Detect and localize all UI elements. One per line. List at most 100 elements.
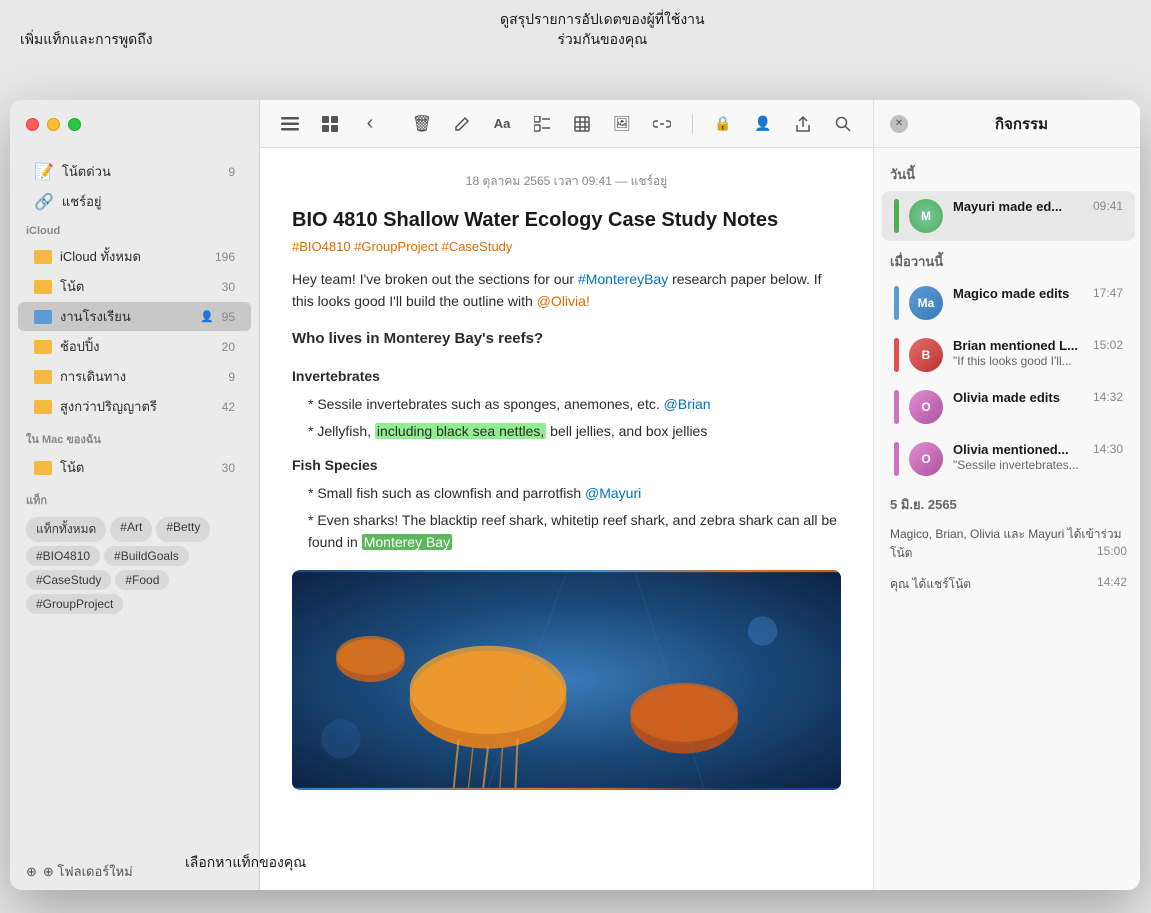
activity-panel: ✕ กิจกรรม วันนี้ M Mayuri made ed... 09:…	[873, 100, 1140, 890]
sidebar-item-shopping-count: 20	[222, 340, 235, 354]
close-window-button[interactable]	[26, 118, 39, 131]
edit-button[interactable]	[448, 110, 476, 138]
mention-olivia[interactable]: @Olivia!	[537, 293, 590, 309]
tag-chip-betty[interactable]: #Betty	[156, 517, 210, 542]
activity-header: ✕ กิจกรรม	[874, 100, 1140, 148]
tag-chip-art[interactable]: #Art	[110, 517, 152, 542]
note-title[interactable]: BIO 4810 Shallow Water Ecology Case Stud…	[292, 207, 841, 233]
sidebar-item-icloud-all-label: iCloud ทั้งหมด	[60, 246, 207, 267]
sidebar-content: 📝 โน้ตด่วน 9 🔗 แชร์อยู่ iCloud iCloud ทั…	[10, 148, 259, 853]
activity-older-item-2[interactable]: คุณ ได้แชร์โน้ต 14:42	[874, 569, 1140, 600]
sidebar-item-icloud-notes[interactable]: โน้ต 30	[18, 272, 251, 301]
note-hashtags[interactable]: #BIO4810 #GroupProject #CaseStudy	[292, 239, 841, 254]
highlight-black-sea-nettles: including black sea nettles,	[375, 423, 546, 439]
tag-chip-casestudy[interactable]: #CaseStudy	[26, 570, 111, 590]
indicator-mayuri	[894, 199, 899, 233]
list-view-button[interactable]	[276, 110, 304, 138]
sidebar-item-icloud-all[interactable]: iCloud ทั้งหมด 196	[18, 242, 251, 271]
activity-item-olivia-mentioned[interactable]: O Olivia mentioned... "Sessile invertebr…	[882, 434, 1135, 484]
activity-item-magico[interactable]: Ma Magico made edits 17:47	[882, 278, 1135, 328]
avatar-olivia: O	[909, 390, 943, 424]
tags-section: แท็ก แท็กทั้งหมด #Art #Betty #BIO4810 #B…	[10, 483, 259, 622]
titlebar	[10, 100, 259, 148]
older-item-1-time: 15:00	[1097, 544, 1127, 558]
sidebar-item-icloud-notes-count: 30	[222, 280, 235, 294]
folder-icon-icloud-notes	[34, 280, 52, 294]
activity-text-olivia-mentioned: Olivia mentioned... "Sessile invertebrat…	[953, 442, 1083, 472]
mention-brian[interactable]: @Brian	[664, 396, 711, 412]
activity-name-magico: Magico made edits	[953, 286, 1083, 301]
media-button[interactable]: 🖼	[608, 110, 636, 138]
sidebar-item-shopping[interactable]: ช้อปปิ้ง 20	[18, 332, 251, 361]
tag-chip-groupproject[interactable]: #GroupProject	[26, 594, 123, 614]
activity-name-olivia-edits: Olivia made edits	[953, 390, 1083, 405]
activity-name-mayuri: Mayuri made ed...	[953, 199, 1083, 214]
table-button[interactable]	[568, 110, 596, 138]
activity-text-olivia-edits: Olivia made edits	[953, 390, 1083, 405]
activity-time-olivia-mentioned: 14:30	[1093, 442, 1123, 456]
sidebar-item-graduate-count: 42	[222, 400, 235, 414]
activity-desc-olivia-mentioned: "Sessile invertebrates...	[953, 458, 1083, 472]
tag-chip-buildgoals[interactable]: #BuildGoals	[104, 546, 189, 566]
invertebrates-item-1: * Sessile invertebrates such as sponges,…	[292, 393, 841, 415]
activity-item-olivia-edits[interactable]: O Olivia made edits 14:32	[882, 382, 1135, 432]
activity-time-magico: 17:47	[1093, 286, 1123, 300]
avatar-brian: B	[909, 338, 943, 372]
share-button[interactable]	[789, 110, 817, 138]
sidebar-item-mac-notes[interactable]: โน้ต 30	[18, 453, 251, 482]
close-activity-button[interactable]: ✕	[890, 115, 908, 133]
collab-button[interactable]: 👤	[749, 110, 777, 138]
sidebar-item-graduate[interactable]: สูงกว่าปริญญาตรี 42	[18, 392, 251, 421]
sidebar-item-quick-notes-label: โน้ตด่วน	[62, 161, 220, 182]
folder-icon-travel	[34, 370, 52, 384]
link-button[interactable]	[648, 110, 676, 138]
activity-item-brian[interactable]: B Brian mentioned L... "If this looks go…	[882, 330, 1135, 380]
older-item-2-text: คุณ ได้แชร์โน้ต	[890, 577, 971, 591]
sidebar-item-shared[interactable]: 🔗 แชร์อยู่	[18, 187, 251, 216]
mention-mayuri[interactable]: @Mayuri	[585, 485, 641, 501]
tag-chip-bio4810[interactable]: #BIO4810	[26, 546, 100, 566]
sidebar-item-travel-label: การเดินทาง	[60, 366, 220, 387]
note-body: Hey team! I've broken out the sections f…	[292, 268, 841, 554]
tags-section-title: แท็ก	[26, 491, 243, 509]
lock-button[interactable]: 🔒	[709, 110, 737, 138]
back-button[interactable]: ‹	[356, 110, 384, 138]
invertebrates-item-2: * Jellyfish, including black sea nettles…	[292, 420, 841, 442]
sidebar-item-travel[interactable]: การเดินทาง 9	[18, 362, 251, 391]
new-folder-label: ⊕ โฟลเดอร์ใหม่	[43, 861, 133, 882]
checklist-button[interactable]	[528, 110, 556, 138]
activity-time-olivia-edits: 14:32	[1093, 390, 1123, 404]
sidebar-item-travel-count: 9	[228, 370, 235, 384]
avatar-mayuri: M	[909, 199, 943, 233]
activity-today-label: วันนี้	[874, 156, 1140, 189]
sidebar: 📝 โน้ตด่วน 9 🔗 แชร์อยู่ iCloud iCloud ทั…	[10, 100, 260, 890]
activity-older-item-1[interactable]: Magico, Brian, Olivia และ Mayuri ได้เข้า…	[874, 519, 1140, 569]
section-reefs-heading: Who lives in Monterey Bay's reefs?	[292, 327, 841, 351]
search-button[interactable]	[829, 110, 857, 138]
font-button[interactable]: Aa	[488, 110, 516, 138]
sidebar-item-shared-label: แชร์อยู่	[62, 191, 235, 212]
delete-button[interactable]: 🗑	[408, 110, 436, 138]
tag-chip-all[interactable]: แท็กทั้งหมด	[26, 517, 106, 542]
activity-time-brian: 15:02	[1093, 338, 1123, 352]
sidebar-item-icloud-notes-label: โน้ต	[60, 276, 214, 297]
hashtag-montereybay[interactable]: #MontereyBay	[578, 271, 668, 287]
sidebar-item-quick-notes[interactable]: 📝 โน้ตด่วน 9	[18, 157, 251, 186]
sidebar-item-school-label: งานโรงเรียน	[60, 306, 192, 327]
activity-item-mayuri[interactable]: M Mayuri made ed... 09:41	[882, 191, 1135, 241]
activity-older-date-label: 5 มิ.ย. 2565	[874, 486, 1140, 519]
older-item-1-text: Magico, Brian, Olivia และ Mayuri ได้เข้า…	[890, 527, 1122, 560]
subsection-invertebrates: Invertebrates	[292, 365, 841, 387]
sidebar-item-school[interactable]: งานโรงเรียน 👤 95	[18, 302, 251, 331]
tag-chip-food[interactable]: #Food	[115, 570, 169, 590]
activity-yesterday-label: เมื่อวานนี้	[874, 243, 1140, 276]
activity-time-mayuri: 09:41	[1093, 199, 1123, 213]
avatar-olivia-2: O	[909, 442, 943, 476]
sidebar-item-shopping-label: ช้อปปิ้ง	[60, 336, 214, 357]
annotation-bottom: เลือกหาแท็กของคุณ	[185, 853, 306, 873]
minimize-window-button[interactable]	[47, 118, 60, 131]
activity-name-olivia-mentioned: Olivia mentioned...	[953, 442, 1083, 457]
grid-view-button[interactable]	[316, 110, 344, 138]
maximize-window-button[interactable]	[68, 118, 81, 131]
sidebar-item-graduate-label: สูงกว่าปริญญาตรี	[60, 396, 214, 417]
